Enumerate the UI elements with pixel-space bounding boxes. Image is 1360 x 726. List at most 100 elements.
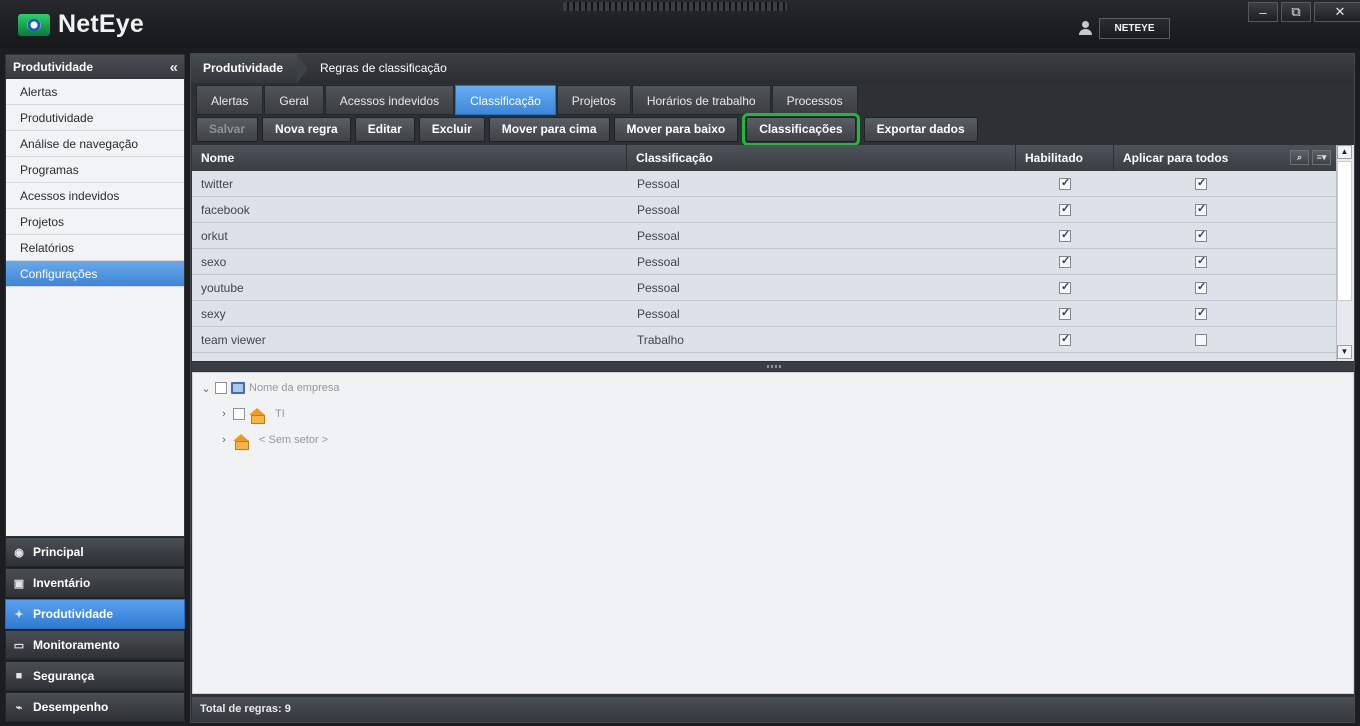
close-icon[interactable]: ✕ (1314, 2, 1360, 22)
restore-icon[interactable]: ⧉ (1281, 2, 1311, 22)
sidebar-item-alertas[interactable]: Alertas (6, 79, 184, 105)
tree-checkbox[interactable] (215, 382, 227, 394)
monitor-icon: ▭ (13, 639, 25, 652)
scroll-down-icon[interactable]: ▼ (1337, 345, 1352, 359)
toolbar: Salvar Nova regra Editar Excluir Mover p… (196, 113, 978, 146)
table-row[interactable]: team viewer Trabalho (192, 327, 1337, 353)
grid-tools: ⌕ ≡▾ (1290, 150, 1331, 165)
sidebar-item-projetos[interactable]: Projetos (6, 209, 184, 235)
column-header-classificacao[interactable]: Classificação (627, 145, 1016, 171)
chevron-right-icon[interactable]: › (219, 408, 229, 420)
sidebar-item-produtividade[interactable]: Produtividade (6, 105, 184, 131)
eye-icon: ◉ (14, 546, 24, 559)
chevron-down-icon[interactable]: ⌄ (201, 382, 211, 395)
save-button[interactable]: Salvar (196, 117, 259, 142)
sidebar-item-relatorios[interactable]: Relatórios (6, 235, 184, 261)
habilitado-checkbox[interactable] (1059, 228, 1071, 242)
collapse-sidebar-icon[interactable]: « (170, 59, 178, 76)
module-produtividade[interactable]: ✦ Produtividade (5, 599, 185, 629)
cell-nome: sexy (201, 307, 226, 321)
module-label: Principal (33, 545, 84, 559)
column-header-habilitado[interactable]: Habilitado (1016, 145, 1114, 171)
module-desempenho[interactable]: ⌁ Desempenho (5, 692, 185, 722)
habilitado-checkbox[interactable] (1059, 280, 1071, 294)
table-row[interactable]: sexy Pessoal (192, 301, 1337, 327)
table-row[interactable]: twitter Pessoal (192, 171, 1337, 197)
cell-nome: youtube (201, 281, 244, 295)
sidebar-item-acessos-indevidos[interactable]: Acessos indevidos (6, 183, 184, 209)
tab-bar: Alertas Geral Acessos indevidos Classifi… (196, 85, 859, 115)
column-header-nome[interactable]: Nome (192, 145, 627, 171)
tree-node-root[interactable]: ⌄ Nome da empresa (201, 379, 340, 397)
columns-menu-icon[interactable]: ≡▾ (1312, 150, 1331, 165)
cell-nome: sexo (201, 255, 227, 269)
breadcrumb-root[interactable]: Produtividade (191, 54, 298, 83)
tab-processos[interactable]: Processos (771, 85, 858, 115)
breadcrumb-separator-icon (297, 54, 309, 83)
chevron-right-icon[interactable]: › (219, 434, 229, 446)
edit-button[interactable]: Editar (354, 117, 415, 142)
cell-classificacao: Pessoal (637, 177, 680, 191)
table-row[interactable]: orkut Pessoal (192, 223, 1337, 249)
tree-node-ti[interactable]: › TI (219, 405, 285, 424)
aplicar-todos-checkbox[interactable] (1195, 334, 1207, 346)
tab-projetos[interactable]: Projetos (556, 85, 631, 115)
app-logo-text: NetEye (58, 10, 144, 38)
minimize-icon[interactable]: – (1248, 2, 1278, 22)
table-row-partial[interactable] (192, 353, 1337, 361)
sidebar-item-analise-navegacao[interactable]: Análise de navegação (6, 131, 184, 157)
grid-scrollbar[interactable]: ▲ ▼ (1336, 145, 1353, 361)
new-rule-button[interactable]: Nova regra (262, 117, 351, 142)
module-label: Inventário (33, 576, 91, 590)
module-seguranca[interactable]: ■ Segurança (5, 661, 185, 691)
habilitado-checkbox[interactable] (1059, 202, 1071, 216)
tab-geral[interactable]: Geral (264, 85, 324, 115)
scrollbar-thumb[interactable] (1337, 161, 1352, 301)
aplicar-todos-checkbox[interactable] (1195, 254, 1207, 268)
move-down-button[interactable]: Mover para baixo (613, 117, 739, 142)
table-row[interactable]: facebook Pessoal (192, 197, 1337, 223)
user-icon (1078, 21, 1092, 35)
inventory-icon: ▣ (13, 577, 25, 590)
cell-classificacao: Pessoal (637, 229, 680, 243)
window-drag-grip[interactable] (563, 2, 787, 11)
user-menu-button[interactable]: NETEYE (1099, 18, 1170, 39)
search-icon[interactable]: ⌕ (1290, 150, 1309, 165)
tab-classificacao[interactable]: Classificação (455, 85, 556, 115)
sidebar-item-programas[interactable]: Programas (6, 157, 184, 183)
scroll-up-icon[interactable]: ▲ (1337, 145, 1352, 159)
tree-node-sem-setor[interactable]: › < Sem setor > (219, 431, 328, 450)
habilitado-checkbox[interactable] (1059, 332, 1071, 346)
classifications-button[interactable]: Classificações (742, 113, 860, 146)
breadcrumb-current: Regras de classificação (320, 61, 447, 75)
habilitado-checkbox[interactable] (1059, 254, 1071, 268)
module-monitoramento[interactable]: ▭ Monitoramento (5, 630, 185, 660)
module-nav: ◉ Principal ▣ Inventário ✦ Produtividade… (5, 537, 185, 723)
aplicar-todos-checkbox[interactable] (1195, 306, 1207, 320)
aplicar-todos-checkbox[interactable] (1195, 176, 1207, 190)
tab-acessos-indevidos[interactable]: Acessos indevidos (324, 85, 455, 115)
main-panel: Produtividade Regras de classificação Al… (190, 53, 1355, 723)
panel-splitter[interactable] (192, 362, 1354, 371)
tree-checkbox[interactable] (233, 408, 245, 420)
habilitado-checkbox[interactable] (1059, 306, 1071, 320)
delete-button[interactable]: Excluir (418, 117, 485, 142)
move-up-button[interactable]: Mover para cima (488, 117, 610, 142)
lock-icon: ■ (15, 670, 23, 682)
cell-classificacao: Pessoal (637, 281, 680, 295)
tab-horarios-trabalho[interactable]: Horários de trabalho (631, 85, 771, 115)
module-principal[interactable]: ◉ Principal (5, 537, 185, 567)
app-logo: NetEye (18, 10, 144, 39)
aplicar-todos-checkbox[interactable] (1195, 280, 1207, 294)
tab-alertas[interactable]: Alertas (196, 85, 264, 115)
export-data-button[interactable]: Exportar dados (863, 117, 978, 142)
sidebar-item-configuracoes[interactable]: Configurações (6, 261, 184, 287)
module-inventario[interactable]: ▣ Inventário (5, 568, 185, 598)
habilitado-checkbox[interactable] (1059, 176, 1071, 190)
aplicar-todos-checkbox[interactable] (1195, 202, 1207, 216)
table-row[interactable]: youtube Pessoal (192, 275, 1337, 301)
table-row[interactable]: sexo Pessoal (192, 249, 1337, 275)
aplicar-todos-checkbox[interactable] (1195, 228, 1207, 242)
column-header-aplicar[interactable]: Aplicar para todos (1114, 145, 1286, 171)
grid-rows: twitter Pessoal facebook Pessoal orkut P… (192, 171, 1337, 361)
